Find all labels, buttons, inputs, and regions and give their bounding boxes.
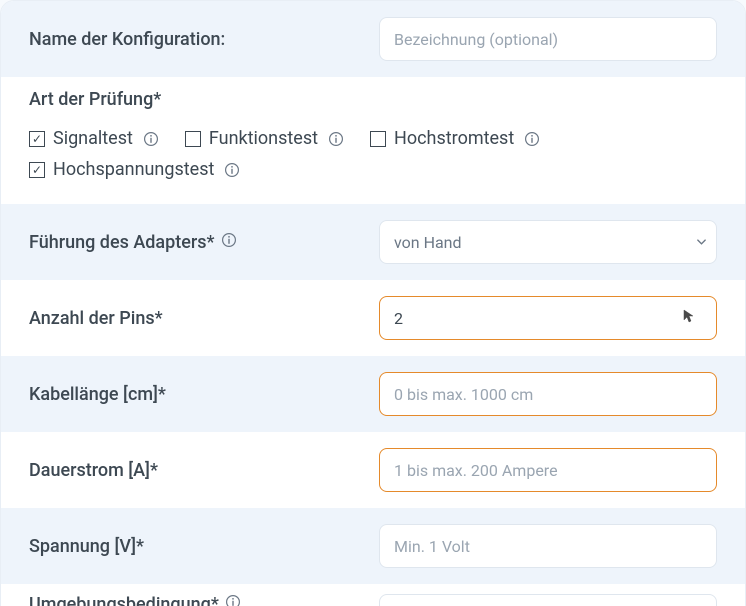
select-env-condition[interactable]: Bitte auswählen [379, 594, 717, 606]
checkbox-icon [370, 131, 386, 147]
select-adapter-guide[interactable]: von Hand [379, 220, 717, 264]
heading-test-type: Art der Prüfung* [29, 89, 717, 110]
row-cable-length: Kabellänge [cm]* [1, 356, 745, 432]
row-continuous-current: Dauerstrom [A]* [1, 432, 745, 508]
checkbox-label: Hochstromtest [394, 128, 514, 149]
label-continuous-current: Dauerstrom [A]* [29, 460, 379, 481]
input-config-name[interactable] [379, 17, 717, 61]
label-pins: Anzahl der Pins* [29, 308, 379, 329]
config-form: Name der Konfiguration: Art der Prüfung*… [0, 0, 746, 606]
checkbox-signaltest[interactable]: ✓ Signaltest [29, 128, 159, 149]
info-icon[interactable] [221, 232, 237, 248]
row-env-condition: Umgebungsbedingung* Bitte auswählen [1, 584, 745, 606]
row-pins: Anzahl der Pins* [1, 280, 745, 356]
checkbox-hochstromtest[interactable]: Hochstromtest [370, 128, 540, 149]
info-icon[interactable] [143, 131, 159, 147]
label-text: Führung des Adapters* [29, 232, 214, 253]
label-cable-length: Kabellänge [cm]* [29, 384, 379, 405]
label-voltage: Spannung [V]* [29, 536, 379, 557]
input-continuous-current[interactable] [379, 448, 717, 492]
checkbox-hochspannungstest[interactable]: ✓ Hochspannungstest [29, 159, 240, 180]
checkbox-icon: ✓ [29, 131, 45, 147]
info-icon[interactable] [524, 131, 540, 147]
input-pins[interactable] [379, 296, 717, 340]
checkbox-label: Funktionstest [209, 128, 318, 149]
label-env-condition: Umgebungsbedingung* [29, 594, 379, 606]
checkbox-label: Hochspannungstest [53, 159, 214, 180]
row-voltage: Spannung [V]* [1, 508, 745, 584]
checkbox-group-test-type: ✓ Signaltest Funktionstest Hochstromtest [29, 128, 717, 180]
section-test-type: Art der Prüfung* ✓ Signaltest Funktionst… [1, 77, 745, 204]
checkbox-funktionstest[interactable]: Funktionstest [185, 128, 344, 149]
row-config-name: Name der Konfiguration: [1, 1, 745, 77]
info-icon[interactable] [328, 131, 344, 147]
label-config-name: Name der Konfiguration: [29, 29, 379, 50]
input-cable-length[interactable] [379, 372, 717, 416]
label-adapter-guide: Führung des Adapters* [29, 232, 379, 253]
checkbox-icon [185, 131, 201, 147]
label-text: Umgebungsbedingung* [29, 594, 219, 606]
row-adapter-guide: Führung des Adapters* von Hand [1, 204, 745, 280]
info-icon[interactable] [224, 162, 240, 178]
checkbox-icon: ✓ [29, 162, 45, 178]
info-icon[interactable] [225, 594, 241, 606]
checkbox-label: Signaltest [53, 128, 133, 149]
input-voltage[interactable] [379, 524, 717, 568]
